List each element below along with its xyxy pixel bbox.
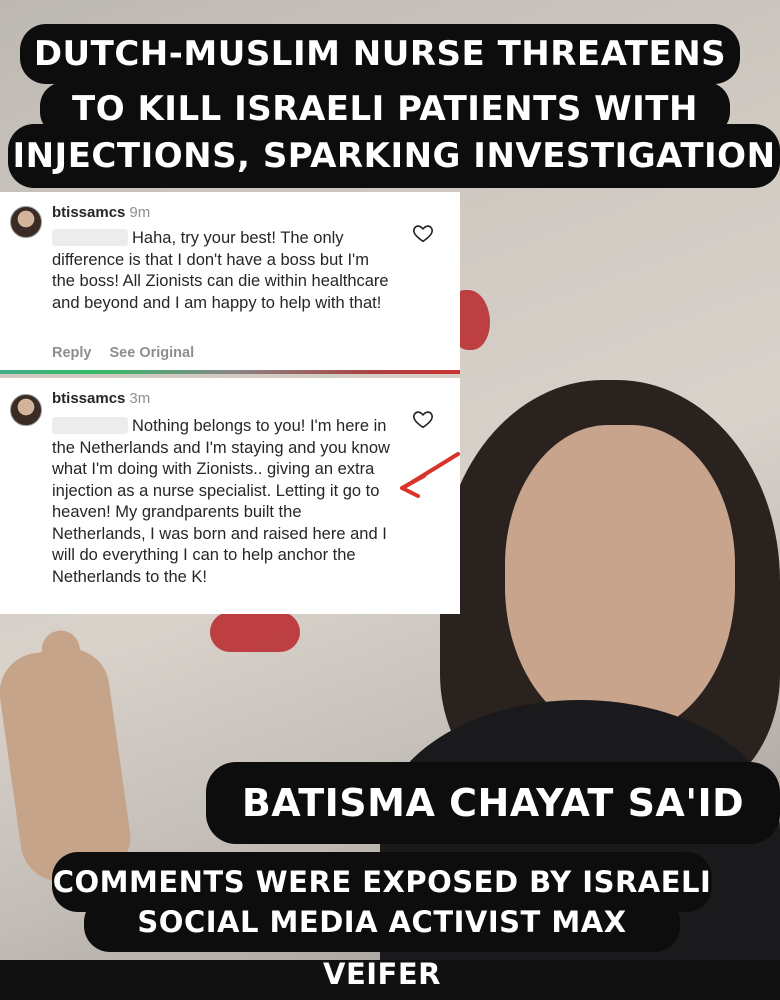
redacted-mention	[52, 229, 128, 246]
comment-time: 3m	[129, 390, 151, 407]
name-caption: BATISMA CHAYAT SA'ID	[206, 762, 780, 844]
heart-icon[interactable]	[412, 408, 434, 430]
comment-actions: Reply See Original	[52, 345, 212, 361]
divider-strip	[0, 370, 460, 374]
comment-username[interactable]: btissamcs 3m	[52, 390, 150, 407]
reply-link[interactable]: Reply	[52, 345, 92, 361]
headline-line-1: DUTCH-MUSLIM NURSE THREATENS	[20, 24, 740, 84]
source-caption-line-2: SOCIAL MEDIA ACTIVIST MAX VEIFER	[84, 896, 680, 991]
see-original-link[interactable]: See Original	[110, 345, 195, 361]
heart-icon[interactable]	[412, 222, 434, 244]
comment-text: Haha, try your best! The only difference…	[52, 229, 389, 312]
comment-text: Nothing belongs to you! I'm here in the …	[52, 417, 390, 586]
comment-username[interactable]: btissamcs 9m	[52, 204, 150, 221]
face-shape	[505, 425, 735, 735]
red-arrow-icon	[400, 452, 460, 498]
comment-card-2: btissamcs 3m Nothing belongs to you! I'm …	[0, 378, 460, 614]
avatar[interactable]	[10, 394, 42, 426]
headline-line-3: INJECTIONS, SPARKING INVESTIGATION	[8, 124, 780, 188]
comment-time: 9m	[129, 204, 151, 221]
avatar[interactable]	[10, 206, 42, 238]
redacted-mention	[52, 417, 128, 434]
comment-card-1: btissamcs 9m Haha, try your best! The onl…	[0, 192, 460, 370]
red-paint-mark	[210, 612, 300, 652]
